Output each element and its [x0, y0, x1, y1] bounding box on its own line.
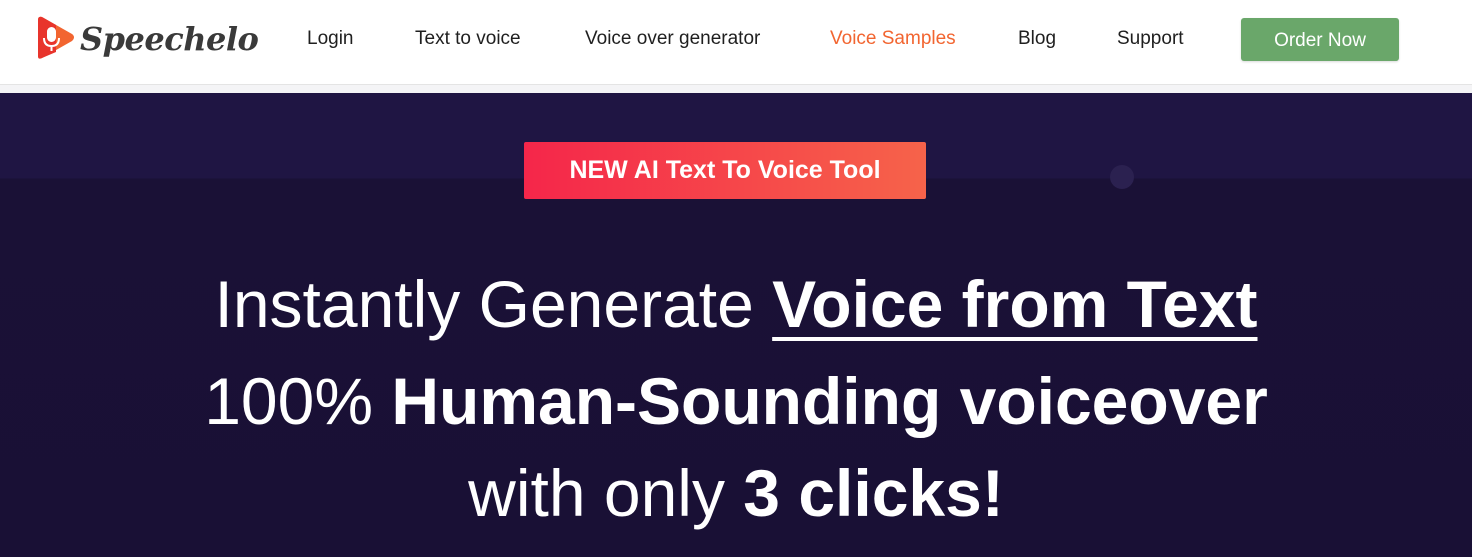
nav-support[interactable]: Support: [1117, 28, 1184, 50]
headline-1-underlined: Voice from Text: [772, 267, 1258, 341]
order-now-button[interactable]: Order Now: [1241, 18, 1399, 61]
nav-blog[interactable]: Blog: [1018, 28, 1056, 50]
headline-line-1: Instantly Generate Voice from Text: [0, 271, 1472, 337]
hero-section: NEW AI Text To Voice Tool Instantly Gene…: [0, 93, 1472, 557]
headline-2-bold: Human-Sounding voiceover: [391, 364, 1268, 438]
hero-decoration: [1110, 165, 1134, 189]
new-ai-tool-badge[interactable]: NEW AI Text To Voice Tool: [524, 142, 926, 199]
headline-3-light: with only: [468, 456, 725, 530]
header-divider: [0, 85, 1472, 93]
headline-line-2: 100% Human-Sounding voiceover: [0, 368, 1472, 434]
headline-line-3: with only 3 clicks!: [0, 460, 1472, 526]
nav-text-to-voice[interactable]: Text to voice: [415, 28, 521, 50]
nav-voice-over-generator[interactable]: Voice over generator: [585, 28, 760, 50]
headline-1-light: Instantly Generate: [214, 267, 754, 341]
microphone-play-logo-icon: [38, 16, 74, 59]
top-navbar: Speechelo Login Text to voice Voice over…: [0, 0, 1472, 85]
headline-3-bold: 3 clicks!: [743, 456, 1004, 530]
nav-voice-samples[interactable]: Voice Samples: [830, 28, 956, 50]
headline-2-light: 100%: [204, 364, 374, 438]
brand-name: Speechelo: [80, 20, 259, 58]
nav-login[interactable]: Login: [307, 28, 354, 50]
speechelo-logo[interactable]: Speechelo: [34, 14, 259, 62]
